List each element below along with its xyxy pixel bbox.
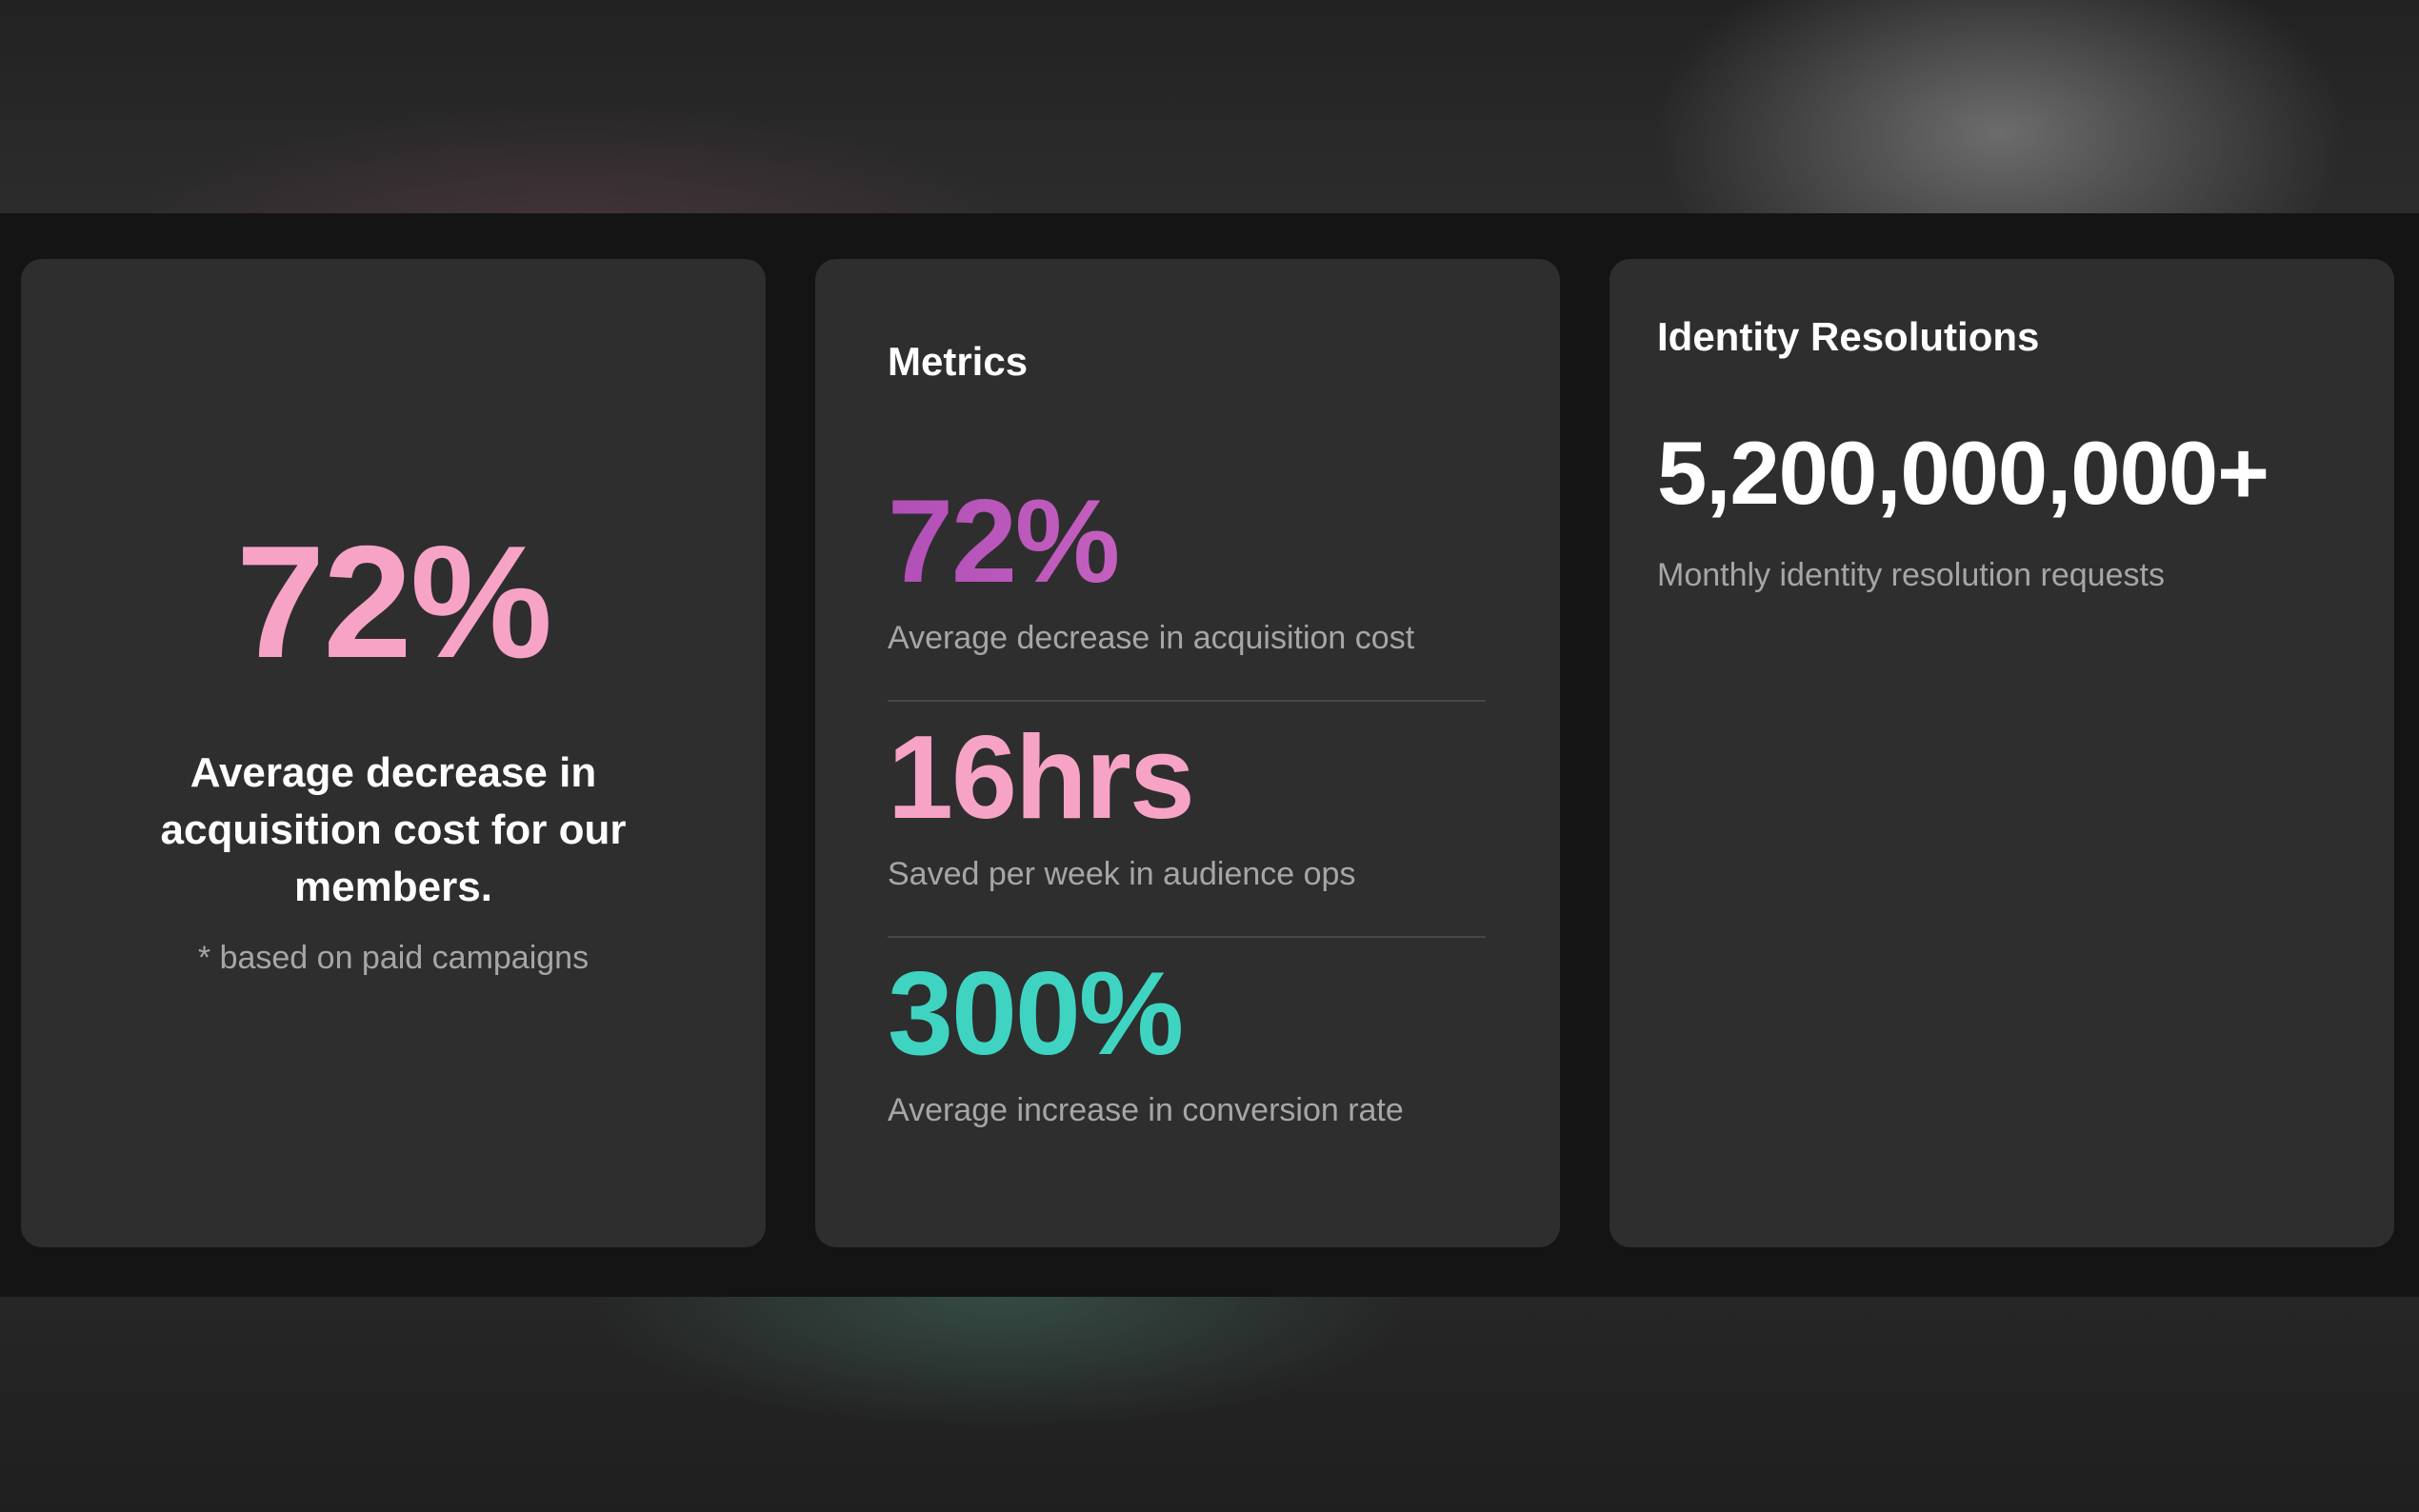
metric-label: Saved per week in audience ops — [888, 856, 1356, 892]
highlight-description: Average decrease in acquisition cost for… — [160, 749, 627, 910]
metric-item: 300% Average increase in conversion rate — [888, 950, 1486, 1131]
bottom-gradient-band — [0, 1297, 2419, 1512]
identity-label: Monthly identity resolution requests — [1657, 557, 2165, 593]
metric-item: 16hrs Saved per week in audience ops — [888, 714, 1486, 895]
highlight-value: 72% — [235, 512, 552, 691]
identity-card: Identity Resolutions 5,200,000,000+ Mont… — [1609, 259, 2394, 1247]
metric-value: 300% — [888, 948, 1184, 1080]
metric-label: Average decrease in acquisition cost — [888, 620, 1415, 656]
metric-label: Average increase in conversion rate — [888, 1092, 1404, 1128]
metrics-title: Metrics — [888, 339, 1029, 384]
metric-divider — [888, 700, 1486, 702]
top-gradient-band — [0, 0, 2419, 213]
metric-item: 72% Average decrease in acquisition cost — [888, 478, 1486, 659]
identity-title: Identity Resolutions — [1657, 314, 2040, 359]
identity-value: 5,200,000,000+ — [1657, 423, 2269, 523]
metrics-card: Metrics 72% Average decrease in acquisit… — [815, 259, 1560, 1247]
metric-value: 72% — [888, 478, 1486, 606]
metric-divider — [888, 936, 1486, 938]
page: 72% Average decrease in acquisition cost… — [0, 0, 2419, 1512]
metric-value: 16hrs — [888, 712, 1195, 844]
highlight-content: 72% Average decrease in acquisition cost… — [21, 516, 766, 979]
highlight-card: 72% Average decrease in acquisition cost… — [21, 259, 766, 1247]
highlight-footnote: * based on paid campaigns — [197, 940, 590, 976]
